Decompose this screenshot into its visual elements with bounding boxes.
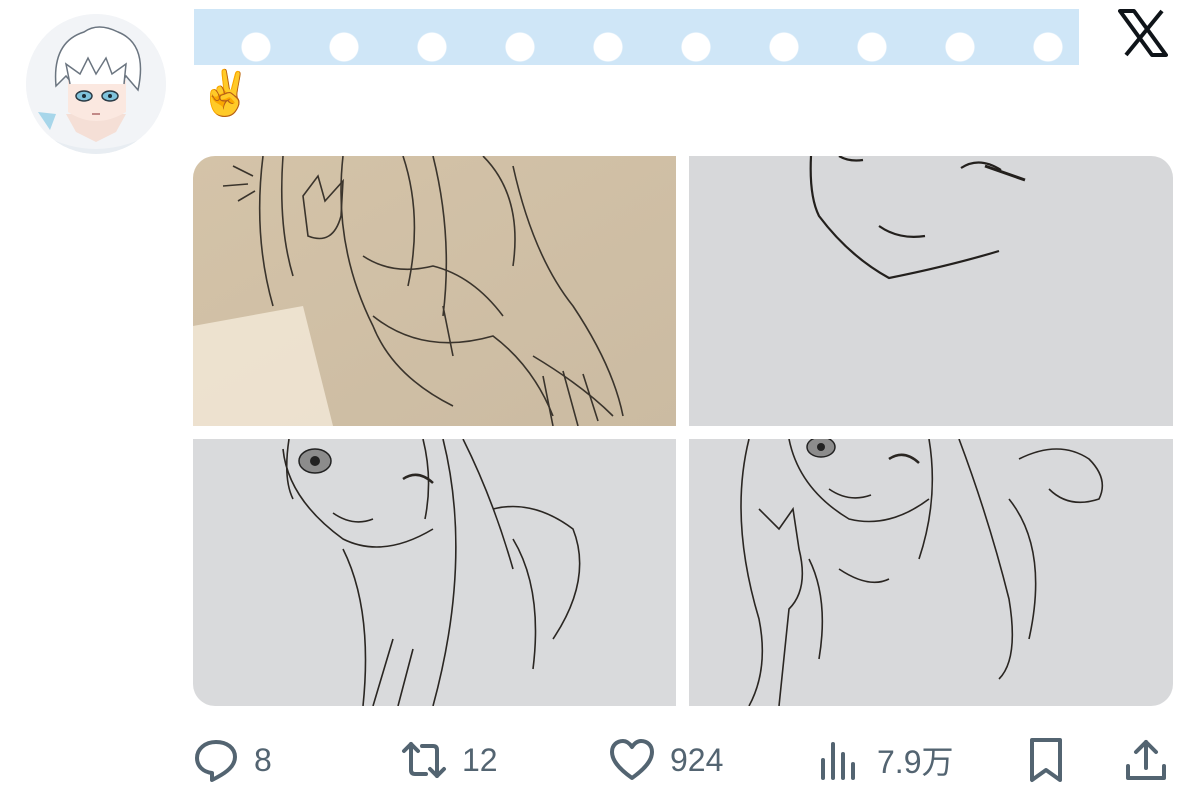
share-button[interactable] — [1122, 730, 1170, 790]
reply-count: 8 — [254, 741, 272, 778]
tweet-text: ✌️ — [198, 68, 253, 119]
views-count: 7.9万 — [877, 744, 954, 780]
media-image-2[interactable] — [689, 156, 1173, 426]
media-image-4[interactable] — [689, 439, 1173, 706]
sketch-girl-wink-peace-image — [689, 439, 1173, 706]
media-image-3[interactable] — [193, 439, 676, 706]
like-count: 924 — [670, 741, 724, 778]
redaction-sticker — [194, 9, 1079, 65]
x-logo-icon — [1118, 9, 1168, 57]
share-icon — [1126, 740, 1166, 780]
bookmark-icon — [1030, 738, 1062, 782]
bookmark-button[interactable] — [1022, 730, 1070, 790]
retweet-count: 12 — [462, 741, 498, 778]
action-bar: 8 12 924 7.9万 — [0, 730, 1200, 790]
media-image-1[interactable] — [193, 156, 676, 426]
anime-avatar-icon — [26, 14, 166, 154]
author-avatar[interactable] — [26, 14, 166, 154]
sketch-girl-peace-sign-image — [193, 156, 676, 426]
retweet-icon — [402, 742, 446, 778]
retweet-button[interactable]: 12 — [400, 730, 498, 790]
sketch-girl-wink-image — [193, 439, 676, 706]
reply-button[interactable]: 8 — [192, 730, 272, 790]
views-icon — [821, 742, 855, 780]
heart-icon — [610, 739, 654, 780]
sketch-face-closeup-image — [689, 156, 1173, 426]
like-button[interactable]: 924 — [608, 730, 723, 790]
views-button[interactable]: 7.9万 — [815, 730, 954, 790]
media-grid — [193, 156, 1173, 706]
reply-icon — [195, 740, 237, 782]
